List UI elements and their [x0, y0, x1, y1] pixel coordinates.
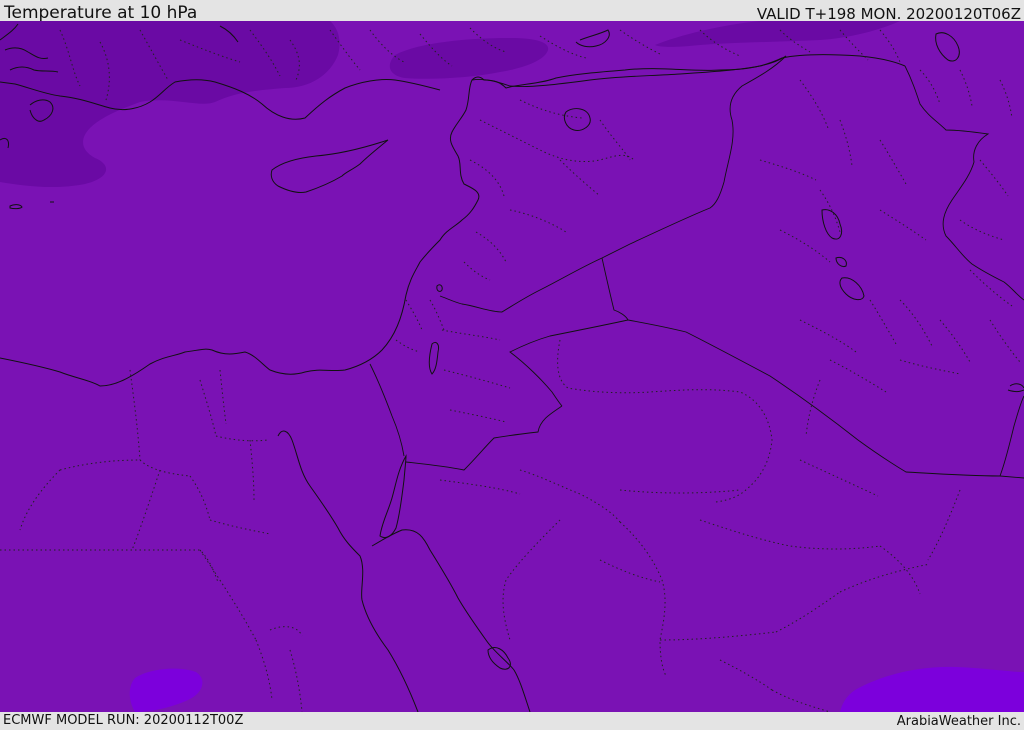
- temperature-field-base: [0, 21, 1024, 712]
- lake-van: [563, 108, 591, 131]
- map-title: Temperature at 10 hPa: [4, 3, 198, 23]
- title-bar: Temperature at 10 hPa VALID T+198 MON. 2…: [0, 0, 1024, 23]
- credit-label: ArabiaWeather Inc.: [896, 714, 1021, 729]
- model-run-label: ECMWF MODEL RUN: 20200112T00Z: [3, 713, 244, 728]
- weather-map: [0, 21, 1024, 712]
- footer-bar: ECMWF MODEL RUN: 20200112T00Z ArabiaWeat…: [0, 712, 1024, 729]
- map-canvas: [0, 21, 1024, 712]
- sea-of-galilee: [436, 284, 443, 292]
